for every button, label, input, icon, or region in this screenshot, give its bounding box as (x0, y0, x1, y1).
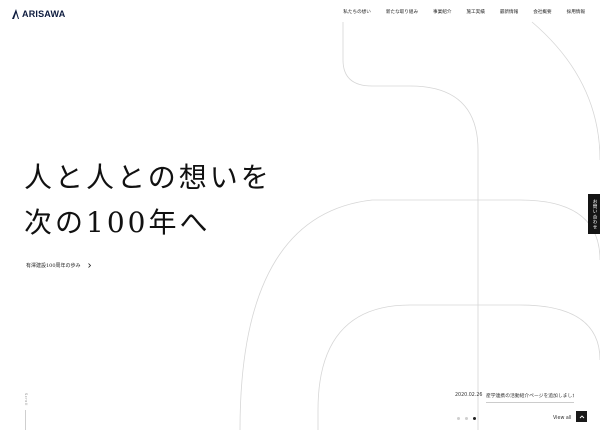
nav-item-works[interactable]: 施工実績 (466, 9, 484, 15)
arisawa-logo[interactable]: ARISAWA (11, 8, 65, 20)
slider-dot-2[interactable] (465, 417, 468, 420)
chevron-right-icon (87, 263, 91, 268)
scroll-indicator-label: Scroll (24, 393, 28, 406)
logo-wordmark: ARISAWA (22, 9, 66, 19)
hero-heading: 人と人との想いを 次の100年へ (24, 155, 272, 245)
news-date: 2020.02.26 (455, 393, 483, 398)
nav-item-our-thoughts[interactable]: 私たちの想い (343, 9, 371, 15)
page-top-button[interactable] (576, 411, 587, 422)
scroll-indicator-line (25, 410, 26, 430)
nav-item-business[interactable]: 事業紹介 (433, 9, 451, 15)
hero-line-2: 次の100年へ (24, 206, 211, 239)
nav-item-recruit[interactable]: 採用情報 (567, 9, 585, 15)
slider-pagination (457, 417, 476, 420)
contact-tab[interactable]: お問い合わせ (588, 194, 600, 234)
contact-tab-label: お問い合わせ (592, 198, 597, 230)
chevron-up-icon (579, 414, 584, 418)
news-title-link[interactable]: 産学連携の活動紹介ページを追加しました。 (486, 392, 574, 403)
nav-item-news[interactable]: 最新情報 (500, 9, 518, 15)
arisawa-logo-icon (12, 9, 19, 19)
hero-line-1: 人と人との想いを (24, 161, 272, 194)
slider-dot-1[interactable] (457, 417, 460, 420)
global-nav: 私たちの想い 新たな取り組み 事業紹介 施工実績 最新情報 会社概要 採用情報 (328, 9, 585, 15)
nav-item-company[interactable]: 会社概要 (533, 9, 551, 15)
slider-dot-3[interactable] (473, 417, 476, 420)
history-link[interactable]: 有澤建設100周年の歩み (26, 262, 92, 269)
view-all-link[interactable]: View all (553, 416, 572, 421)
nav-item-new-initiatives[interactable]: 新たな取り組み (386, 9, 418, 15)
history-link-label: 有澤建設100周年の歩み (26, 263, 81, 269)
